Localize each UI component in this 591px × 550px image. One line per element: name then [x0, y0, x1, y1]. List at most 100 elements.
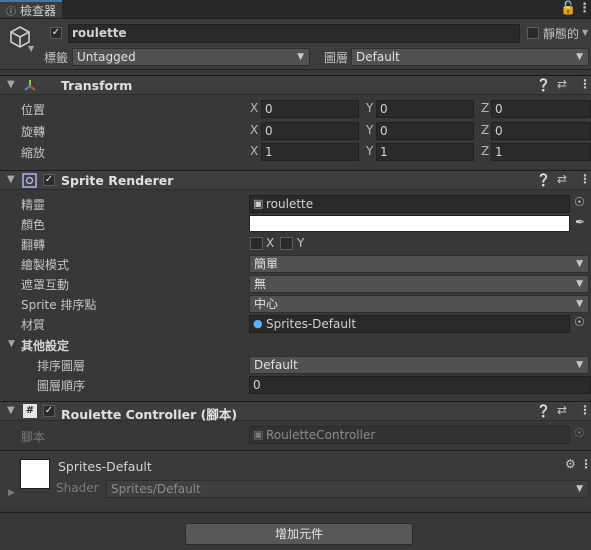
active-checkbox[interactable]: ✓: [50, 27, 62, 39]
material-preview: Sprites-Default Shader Sprites/Default ▼…: [0, 451, 591, 507]
inspector-tab-bar: ⓘ 檢查器 🔓 ⋮: [0, 0, 591, 19]
sprite-renderer-body: 精靈 ▣ roulette ☉ 顏色 ✒ 翻轉 X Y 繪製模式 簡單 ▼ 遮罩…: [0, 191, 591, 397]
more-menu-icon[interactable]: ⋮: [578, 1, 591, 16]
material-asset-icon: ●: [253, 317, 263, 330]
material-thumbnail: [20, 459, 50, 489]
help-icon[interactable]: ❔: [536, 404, 551, 418]
presets-icon[interactable]: ⇄: [557, 172, 567, 186]
rotation-x-field[interactable]: 0: [261, 122, 359, 140]
mask-interaction-dropdown[interactable]: 無 ▼: [249, 275, 589, 293]
sprite-renderer-header[interactable]: ▼ ✓ Sprite Renderer ❔ ⇄ ⋮: [0, 170, 591, 190]
help-icon[interactable]: ❔: [536, 173, 551, 187]
scale-label: 縮放: [21, 146, 46, 160]
transform-icon: [24, 80, 36, 91]
shader-value: Sprites/Default: [111, 482, 201, 496]
other-settings-label[interactable]: 其他設定: [21, 337, 69, 354]
gear-icon[interactable]: ⚙: [565, 457, 576, 471]
sorting-layer-dropdown[interactable]: Default ▼: [249, 356, 589, 374]
axis-x-label: X: [250, 123, 259, 137]
sort-point-label: Sprite 排序點: [21, 298, 97, 312]
material-object-field[interactable]: ● Sprites-Default: [249, 315, 570, 333]
axis-x-label: X: [250, 101, 259, 115]
script-label: 腳本: [21, 430, 46, 444]
chevron-down-icon: ▼: [576, 259, 583, 269]
component-menu-icon[interactable]: ⋮: [579, 172, 591, 186]
scale-x-field[interactable]: 1: [261, 143, 359, 161]
scale-y-field[interactable]: 1: [376, 143, 474, 161]
sprite-label: 精靈: [21, 198, 46, 212]
transform-body: 位置 X 0 Y 0 Z 0 旋轉 X 0 Y 0 Z 0 縮放 X 1 Y 1…: [0, 96, 591, 168]
sprite-asset-icon: ▣: [253, 197, 264, 210]
axis-z-label: Z: [481, 144, 490, 158]
transform-header[interactable]: ▼ Transform ❔ ⇄ ⋮: [0, 75, 591, 95]
chevron-down-icon: ▼: [576, 484, 583, 494]
static-label: 靜態的: [543, 27, 580, 41]
color-swatch[interactable]: [249, 215, 570, 232]
sprite-renderer-icon: [22, 173, 37, 188]
presets-icon[interactable]: ⇄: [557, 403, 567, 417]
eyedropper-icon[interactable]: ✒: [575, 215, 585, 229]
shader-dropdown: Sprites/Default ▼: [106, 480, 589, 498]
mask-interaction-value: 無: [254, 277, 267, 291]
color-label: 顏色: [21, 218, 46, 232]
position-z-field[interactable]: 0: [491, 100, 591, 118]
help-icon[interactable]: ❔: [536, 78, 551, 92]
component-menu-icon[interactable]: ⋮: [579, 403, 591, 417]
position-x-field[interactable]: 0: [261, 100, 359, 118]
script-object-field: ▣ RouletteController: [249, 426, 570, 444]
chevron-down-icon: ▼: [576, 52, 583, 62]
mask-interaction-label: 遮罩互動: [21, 278, 70, 292]
tag-dropdown[interactable]: Untagged ▼: [72, 48, 310, 66]
roulette-controller-enabled-checkbox[interactable]: ✓: [43, 405, 55, 417]
transform-title: Transform: [61, 78, 133, 93]
order-in-layer-label: 圖層順序: [37, 379, 86, 393]
tag-label: 標籤: [44, 51, 69, 65]
rotation-y-field[interactable]: 0: [376, 122, 474, 140]
axis-y-label: Y: [366, 123, 374, 137]
sprite-renderer-enabled-checkbox[interactable]: ✓: [43, 174, 55, 186]
gameobject-header: ▼ ✓ roulette 靜態的 ▼ 標籤 Untagged ▼ 圖層 Defa…: [0, 19, 591, 70]
static-checkbox[interactable]: [527, 27, 539, 39]
roulette-controller-title: Roulette Controller (腳本): [61, 407, 238, 422]
tab-inspector[interactable]: ⓘ 檢查器: [0, 0, 62, 18]
roulette-controller-header[interactable]: ▼ # ✓ Roulette Controller (腳本) ❔ ⇄ ⋮: [0, 401, 591, 422]
presets-icon[interactable]: ⇄: [557, 77, 567, 91]
flip-y-checkbox[interactable]: [280, 237, 293, 250]
order-in-layer-field[interactable]: 0: [249, 376, 591, 394]
sprite-renderer-title: Sprite Renderer: [61, 173, 174, 188]
foldout-arrow-icon[interactable]: ▼: [7, 174, 15, 185]
foldout-arrow-icon[interactable]: ▼: [7, 405, 15, 416]
flip-x-checkbox[interactable]: [250, 237, 263, 250]
object-picker-icon[interactable]: ☉: [574, 315, 585, 329]
foldout-arrow-icon[interactable]: ▼: [8, 339, 15, 349]
shader-label: Shader: [56, 481, 99, 495]
static-dropdown-caret-icon[interactable]: ▼: [582, 28, 588, 37]
draw-mode-dropdown[interactable]: 簡單 ▼: [249, 255, 589, 273]
foldout-arrow-right-icon[interactable]: ▶: [8, 488, 15, 498]
axis-y-label: Y: [366, 101, 374, 115]
position-y-field[interactable]: 0: [376, 100, 474, 118]
axis-y-label: Y: [366, 144, 374, 158]
axis-z-label: Z: [481, 123, 490, 137]
layer-dropdown[interactable]: Default ▼: [351, 48, 589, 66]
sorting-layer-value: Default: [254, 358, 298, 372]
foldout-arrow-icon[interactable]: ▼: [7, 79, 15, 90]
component-menu-icon[interactable]: ⋮: [579, 77, 591, 91]
chevron-down-icon: ▼: [576, 279, 583, 289]
sprite-value: roulette: [266, 197, 314, 211]
roulette-controller-body: 腳本 ▣ RouletteController ☉: [0, 422, 591, 448]
object-name-field[interactable]: roulette: [68, 24, 520, 43]
sprite-object-field[interactable]: ▣ roulette: [249, 195, 570, 213]
flip-label: 翻轉: [21, 238, 46, 252]
icon-dropdown-caret-icon[interactable]: ▼: [28, 44, 34, 53]
object-picker-icon[interactable]: ☉: [574, 195, 585, 209]
sort-point-dropdown[interactable]: 中心 ▼: [249, 295, 589, 313]
scale-z-field[interactable]: 1: [491, 143, 591, 161]
component-menu-icon[interactable]: ⋮: [580, 457, 591, 471]
script-asset-icon: ▣: [253, 428, 264, 441]
lock-icon[interactable]: 🔓: [560, 1, 576, 16]
divider: [0, 512, 591, 513]
axis-x-label: X: [250, 144, 259, 158]
rotation-z-field[interactable]: 0: [491, 122, 591, 140]
add-component-button[interactable]: 增加元件: [185, 523, 413, 545]
